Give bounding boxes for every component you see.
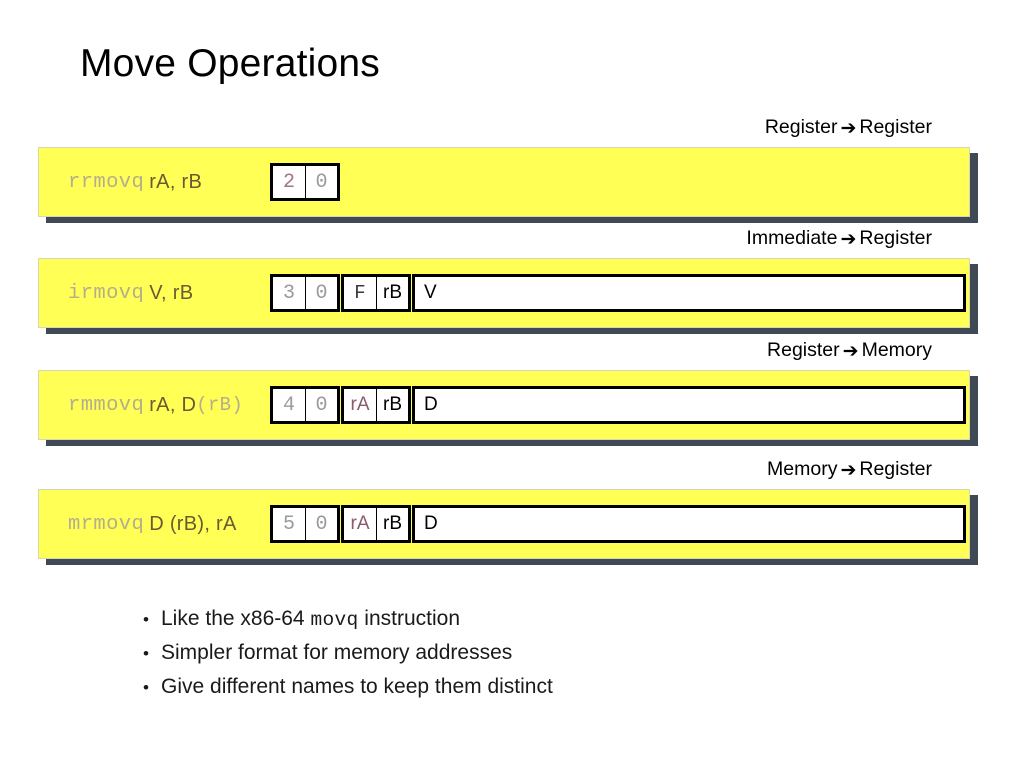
instruction-operands: rA, D — [149, 393, 197, 416]
bullet-icon: • — [143, 678, 149, 697]
assembly-text: irmovq V, rB — [68, 258, 193, 328]
encoding-cell: rB — [376, 389, 408, 421]
encoding-cell: 0 — [305, 166, 337, 198]
direction-target: Register — [859, 116, 932, 138]
direction-target: Register — [859, 458, 932, 480]
instruction-mnemonic: mrmovq — [68, 512, 145, 536]
list-item: • Simpler format for memory addresses — [143, 641, 843, 665]
encoding-cell: 4 — [273, 389, 305, 421]
instruction-operands: V, rB — [149, 281, 194, 304]
list-item: • Like the x86-64 movq instruction — [143, 607, 843, 631]
encoding-cell: 3 — [273, 277, 305, 309]
encoding-cell: 5 — [273, 508, 305, 540]
instruction-mnemonic: rrmovq — [68, 170, 145, 194]
direction-target: Memory — [861, 339, 932, 361]
bullet-icon: • — [143, 644, 149, 663]
encoding-group: V — [412, 274, 966, 312]
direction-label: Register ➔ Memory — [767, 339, 932, 362]
encoding-cell: rA — [344, 389, 376, 421]
encoding-cell: rB — [376, 508, 408, 540]
bullet-text-before: Give different names to keep them distin… — [161, 675, 553, 698]
encoding-cell: 0 — [305, 389, 337, 421]
page-title: Move Operations — [80, 42, 380, 85]
encoding-cell: D — [415, 389, 963, 421]
assembly-text: rmmovq rA, D (rB) — [68, 370, 243, 440]
encoding-group: FrB — [341, 274, 411, 312]
assembly-text: rrmovq rA, rB — [68, 147, 202, 217]
encoding-cell: F — [344, 277, 376, 309]
encoding-group: 40 — [270, 386, 340, 424]
instruction-operands: D (rB), rA — [149, 512, 237, 535]
encoding-group: 30 — [270, 274, 340, 312]
bullet-icon: • — [143, 610, 149, 629]
instruction-operands: rA, rB — [149, 170, 203, 193]
direction-source: Memory — [767, 458, 838, 480]
bullet-text-before: Like the x86-64 — [161, 607, 311, 630]
list-item: • Give different names to keep them disti… — [143, 675, 843, 699]
encoding-cell: rA — [344, 508, 376, 540]
right-arrow-icon: ➔ — [842, 340, 859, 362]
encoding-fields: 4 0 rA rB D — [270, 386, 967, 424]
bullet-list: • Like the x86-64 movq instruction • Simple… — [143, 607, 843, 709]
encoding-cell: D — [415, 508, 963, 540]
bullet-text-after: instruction — [358, 607, 460, 630]
encoding-cell: 0 — [305, 508, 337, 540]
encoding-group: D — [412, 386, 966, 424]
encoding-cell: 0 — [305, 277, 337, 309]
direction-source: Immediate — [746, 227, 838, 249]
encoding-cell: rB — [376, 277, 408, 309]
bullet-text: Give different names to keep them distin… — [161, 675, 553, 699]
right-arrow-icon: ➔ — [840, 228, 857, 250]
encoding-fields: 20 — [270, 163, 341, 201]
encoding-fields: 5 0 rA rB D — [270, 505, 967, 543]
encoding-cell: 2 — [273, 166, 305, 198]
encoding-group: 20 — [270, 163, 340, 201]
encoding-group: D — [412, 505, 966, 543]
direction-source: Register — [764, 116, 838, 138]
direction-label: Memory ➔ Register — [767, 458, 932, 481]
assembly-text: mrmovq D (rB), rA — [68, 489, 237, 559]
instruction-mnemonic: irmovq — [68, 281, 145, 305]
encoding-fields: 3 0 FrB V — [270, 274, 967, 312]
direction-source: Register — [767, 339, 840, 361]
right-arrow-icon: ➔ — [840, 117, 857, 139]
direction-label: Immediate ➔ Register — [746, 227, 932, 250]
direction-target: Register — [859, 227, 932, 249]
encoding-group: 50 — [270, 505, 340, 543]
encoding-group: rA rB — [341, 386, 411, 424]
encoding-group: rA rB — [341, 505, 411, 543]
instruction-operands-suffix: (rB) — [196, 394, 244, 416]
bullet-text: Simpler format for memory addresses — [161, 641, 512, 665]
encoding-cell: V — [415, 277, 963, 309]
bullet-text-code: movq — [310, 609, 359, 631]
bullet-text: Like the x86-64 movq instruction — [161, 607, 460, 631]
direction-label: Register ➔ Register — [765, 116, 932, 139]
instruction-mnemonic: rmmovq — [68, 393, 145, 417]
right-arrow-icon: ➔ — [840, 459, 857, 481]
bullet-text-before: Simpler format for memory addresses — [161, 641, 513, 664]
